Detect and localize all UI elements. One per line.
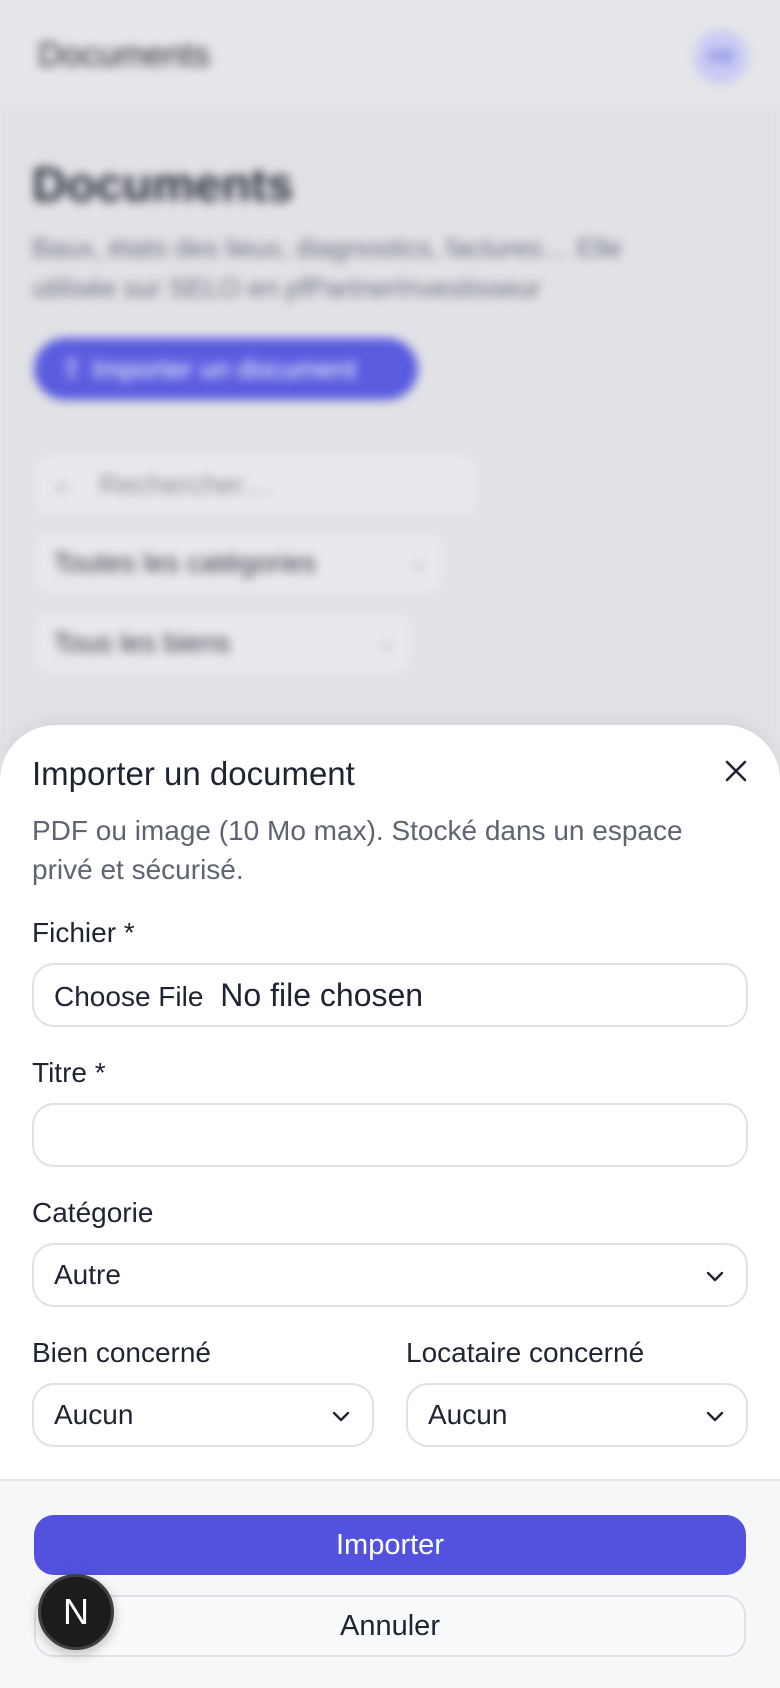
property-field-label: Bien concerné [32, 1337, 212, 1368]
title-input-wrapper [32, 1103, 748, 1167]
category-filter-value: Toutes les catégories [53, 547, 317, 578]
property-select-value: Aucun [54, 1399, 134, 1430]
cancel-button[interactable]: Annuler [34, 1595, 746, 1657]
top-bar: Documents RB [0, 0, 780, 108]
close-button[interactable] [712, 747, 760, 795]
search-icon: ⌕ [55, 470, 70, 500]
file-status-text: No file chosen [220, 977, 424, 1013]
chevron-down-icon [706, 1411, 724, 1422]
chevron-down-icon: ⌄ [378, 632, 395, 654]
page-title: Documents [32, 159, 294, 212]
category-select[interactable]: Autre [32, 1243, 748, 1307]
chevron-down-icon: ⌄ [410, 552, 427, 574]
property-filter-select[interactable]: Tous les biens ⌄ [32, 612, 414, 674]
category-select-value: Autre [54, 1259, 121, 1290]
import-document-label: Importer un document [92, 354, 357, 384]
property-select[interactable]: Aucun [32, 1383, 374, 1447]
import-document-button[interactable]: ⇧ Importer un document [34, 338, 418, 400]
sheet-description: PDF ou image (10 Mo max). Stocké dans un… [32, 815, 683, 885]
chevron-down-icon [706, 1271, 724, 1282]
sheet-footer: Importer Annuler [0, 1479, 780, 1688]
close-icon [725, 760, 747, 782]
dev-tools-badge[interactable]: N [38, 1574, 114, 1650]
import-button[interactable]: Importer [34, 1515, 746, 1575]
category-field-label: Catégorie [32, 1197, 154, 1228]
title-field-label: Titre * [32, 1057, 106, 1088]
top-bar-title: Documents [38, 36, 210, 74]
import-document-sheet: Importer un document PDF ou image (10 Mo… [0, 724, 780, 1688]
property-filter-value: Tous les biens [53, 627, 231, 658]
search-placeholder: Rechercher… [99, 469, 272, 500]
file-input[interactable]: Choose File No file chosen [32, 963, 748, 1027]
avatar[interactable]: RB [694, 30, 748, 84]
tenant-select-value: Aucun [428, 1399, 508, 1430]
title-input[interactable] [34, 1105, 746, 1165]
search-input[interactable]: ⌕ Rechercher… [32, 454, 480, 516]
category-filter-select[interactable]: Toutes les catégories ⌄ [32, 532, 446, 594]
file-field-label: Fichier * [32, 917, 135, 948]
chevron-down-icon [332, 1411, 350, 1422]
tenant-field-label: Locataire concerné [406, 1337, 645, 1368]
page-subtitle: Baux, états des lieux, diagnostics, fact… [32, 233, 622, 303]
upload-icon: ⇧ [60, 353, 84, 384]
tenant-select[interactable]: Aucun [406, 1383, 748, 1447]
choose-file-button[interactable]: Choose File [54, 981, 203, 1012]
sheet-title: Importer un document [32, 755, 355, 792]
